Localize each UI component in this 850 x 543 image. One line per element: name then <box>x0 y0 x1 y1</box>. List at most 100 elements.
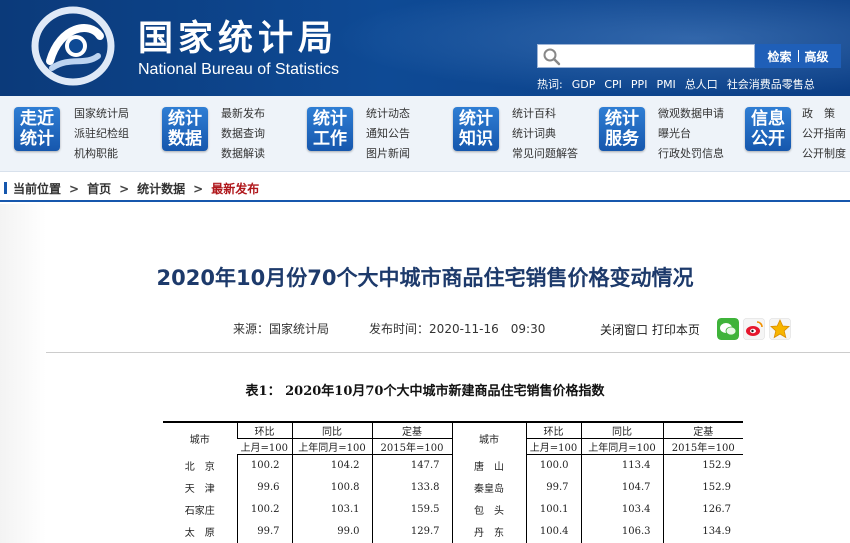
column-header-base: 定基 <box>371 421 452 439</box>
value-cell: 134.9 <box>662 520 743 543</box>
value-cell: 106.3 <box>580 520 663 543</box>
nav-link[interactable]: 统计动态 <box>366 104 410 124</box>
nav-link[interactable]: 数据解读 <box>221 144 265 164</box>
breadcrumb-home[interactable]: 首页 <box>87 182 111 196</box>
hot-word-link[interactable]: PPI <box>631 78 648 91</box>
search-icon <box>543 48 561 66</box>
hot-word-link[interactable]: 社会消费品零售总 <box>727 78 815 91</box>
weibo-icon[interactable] <box>743 318 765 340</box>
source-label: 来源： <box>233 322 270 336</box>
city-cell: 石家庄 <box>184 506 215 517</box>
search-box <box>537 44 755 68</box>
column-header-yoy: 同比 <box>291 421 372 439</box>
search-input[interactable] <box>566 47 752 65</box>
value-cell: 99.0 <box>291 520 372 543</box>
column-subheader: 2015年=100 <box>371 438 452 455</box>
column-subheader: 2015年=100 <box>662 438 743 455</box>
wechat-icon[interactable] <box>717 318 739 340</box>
article-meta: 来源：国家统计局 发布时间：2020-11-16 09:30 <box>233 320 545 337</box>
divider <box>797 50 799 62</box>
value-cell: 113.4 <box>580 454 663 477</box>
city-cell: 天 津 <box>184 484 215 495</box>
value-cell: 100.2 <box>236 454 292 477</box>
breadcrumb-stats-data[interactable]: 统计数据 <box>137 182 185 196</box>
chevron-right-icon: > <box>69 182 80 196</box>
nav-link[interactable]: 曝光台 <box>658 124 724 144</box>
nav-link[interactable]: 统计词典 <box>512 124 578 144</box>
value-cell: 133.8 <box>371 476 452 499</box>
close-window-link[interactable]: 关闭窗口 <box>600 323 648 337</box>
search-button[interactable]: 检索 <box>767 48 791 65</box>
hot-words-label: 热词: <box>537 78 563 91</box>
nav-link[interactable]: 数据查询 <box>221 124 265 144</box>
breadcrumb-label: 当前位置 <box>13 182 62 196</box>
nav-badge-disclosure[interactable]: 信息 公开 <box>745 107 791 151</box>
nav-link[interactable]: 常见问题解答 <box>512 144 578 164</box>
nav-link[interactable]: 统计百科 <box>512 104 578 124</box>
search-button-group: 检索 高级 <box>755 44 841 68</box>
city-cell: 秦皇岛 <box>451 476 526 499</box>
nav-badge-knowledge[interactable]: 统计 知识 <box>453 107 499 151</box>
value-cell: 100.2 <box>236 498 292 521</box>
nav-link[interactable]: 最新发布 <box>221 104 265 124</box>
table-row: 天 津 99.6 100.8 133.8 秦皇岛 99.7 104.7 152.… <box>163 476 743 499</box>
value-cell: 129.7 <box>371 520 452 543</box>
divider <box>46 352 850 353</box>
nav-link[interactable]: 行政处罚信息 <box>658 144 724 164</box>
nav-link[interactable]: 公开指南 <box>802 124 846 144</box>
column-subheader: 上年同月=100 <box>580 438 663 455</box>
column-subheader: 上月=100 <box>237 438 292 455</box>
site-title-cn[interactable]: 国家统计局 <box>138 10 338 61</box>
column-header-mom: 环比 <box>236 421 292 439</box>
table-row: 北 京 100.2 104.2 147.7 唐 山 100.0 113.4 15… <box>163 454 743 477</box>
hot-word-link[interactable]: CPI <box>604 78 622 91</box>
value-cell: 152.9 <box>662 454 743 477</box>
column-header-mom: 环比 <box>525 421 581 439</box>
column-subheader: 上年同月=100 <box>291 438 372 455</box>
column-header-city: 城市 <box>163 421 237 455</box>
value-cell: 147.7 <box>371 454 452 477</box>
nav-badge-service[interactable]: 统计 服务 <box>599 107 645 151</box>
time-label: 发布时间： <box>369 322 430 336</box>
value-cell: 126.7 <box>662 498 743 521</box>
source-link[interactable]: 国家统计局 <box>269 322 329 336</box>
nav-link[interactable]: 微观数据申请 <box>658 104 724 124</box>
nbs-logo-icon[interactable] <box>30 6 116 86</box>
advanced-search-button[interactable]: 高级 <box>805 48 829 65</box>
article-title: 2020年10月份70个大中城市商品住宅销售价格变动情况 <box>156 266 694 290</box>
value-cell: 103.4 <box>580 498 663 521</box>
value-cell: 100.8 <box>291 476 372 499</box>
nav-badge-work[interactable]: 统计 工作 <box>307 107 353 151</box>
hot-words: 热词: GDP CPI PPI PMI 总人口 社会消费品零售总 <box>537 76 824 92</box>
hot-word-link[interactable]: 总人口 <box>685 78 718 91</box>
city-cell: 包 头 <box>451 498 526 521</box>
value-cell: 100.4 <box>525 520 581 543</box>
main-nav: 走近 统计 国家统计局 派驻纪检组 机构职能 统计 数据 最新发布 数据查询 数据解… <box>0 96 850 172</box>
nav-link[interactable]: 公开制度 <box>802 144 846 164</box>
value-cell: 104.7 <box>580 476 663 499</box>
nav-link[interactable]: 机构职能 <box>74 144 129 164</box>
city-cell: 北 京 <box>184 462 215 473</box>
nav-link[interactable]: 政 策 <box>802 104 846 124</box>
value-cell: 99.7 <box>236 520 292 543</box>
city-cell: 丹 东 <box>451 520 526 543</box>
nav-link[interactable]: 通知公告 <box>366 124 410 144</box>
nav-link[interactable]: 国家统计局 <box>74 104 129 124</box>
nav-badge-data[interactable]: 统计 数据 <box>162 107 208 151</box>
page-side-shadow <box>0 204 46 543</box>
breadcrumb-current[interactable]: 最新发布 <box>211 182 259 196</box>
table-row: 石家庄 100.2 103.1 159.5 包 头 100.1 103.4 12… <box>163 498 743 521</box>
print-page-link[interactable]: 打印本页 <box>652 323 700 337</box>
city-cell: 太 原 <box>184 528 215 539</box>
nav-link[interactable]: 图片新闻 <box>366 144 410 164</box>
hot-word-link[interactable]: GDP <box>572 78 596 91</box>
city-cell: 唐 山 <box>451 454 526 477</box>
value-cell: 100.0 <box>525 454 581 477</box>
favorite-star-icon[interactable] <box>769 318 791 340</box>
chevron-right-icon: > <box>193 182 204 196</box>
nav-link[interactable]: 派驻纪检组 <box>74 124 129 144</box>
nav-badge-about[interactable]: 走近 统计 <box>14 107 60 151</box>
site-title-en[interactable]: National Bureau of Statistics <box>138 61 339 79</box>
column-header-yoy: 同比 <box>580 421 663 439</box>
hot-word-link[interactable]: PMI <box>656 78 675 91</box>
